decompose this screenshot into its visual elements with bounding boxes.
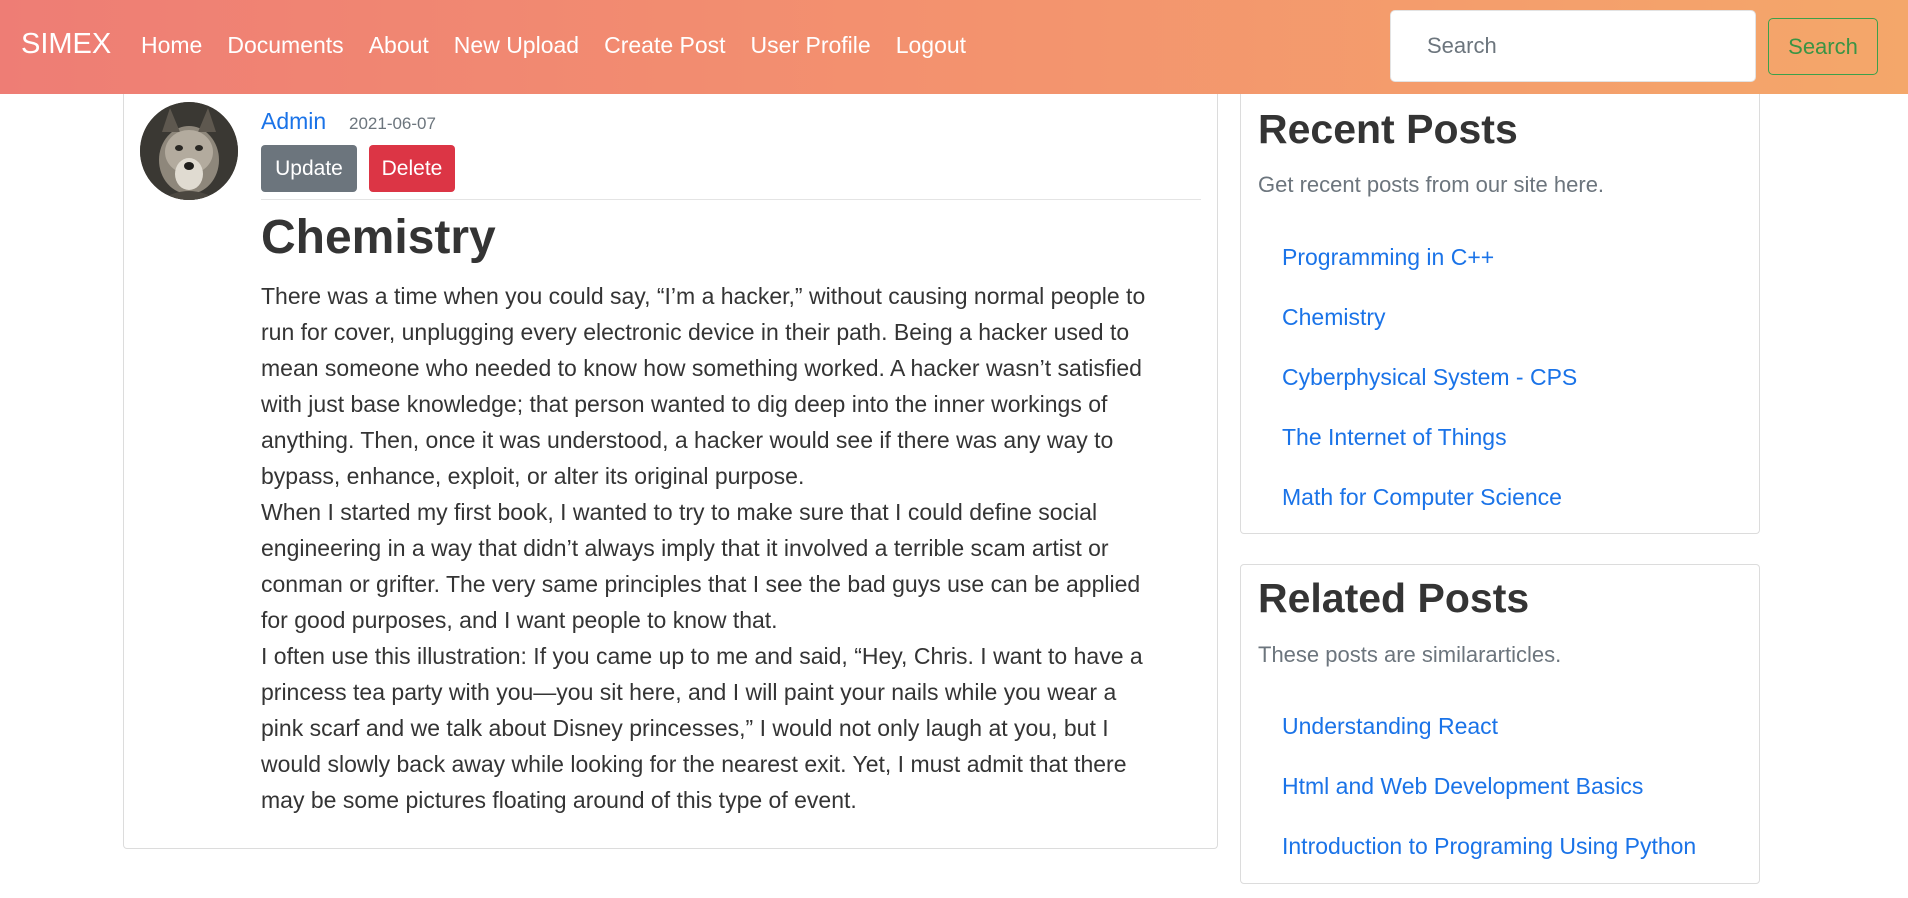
- avatar[interactable]: [140, 102, 238, 200]
- post-paragraph: When I started my first book, I wanted t…: [261, 499, 1141, 633]
- list-item: Math for Computer Science: [1282, 484, 1577, 544]
- post-paragraph: I often use this illustration: If you ca…: [261, 643, 1143, 813]
- recent-post-link[interactable]: Programming in C++: [1282, 244, 1494, 270]
- post-author-link[interactable]: Admin: [261, 108, 326, 135]
- post-date: 2021-06-07: [349, 114, 436, 133]
- post-title: Chemistry: [261, 211, 496, 264]
- recent-posts-list: Programming in C++ Chemistry Cyberphysic…: [1282, 244, 1577, 544]
- navbar: SIMEX Home Documents About New Upload Cr…: [0, 0, 1908, 94]
- related-post-link[interactable]: Introduction to Programing Using Python: [1282, 833, 1696, 859]
- wolf-avatar-icon: [140, 102, 238, 200]
- nav-link-user-profile[interactable]: User Profile: [751, 32, 871, 59]
- nav-link-home[interactable]: Home: [141, 32, 202, 59]
- list-item: Introduction to Programing Using Python: [1282, 833, 1696, 893]
- post-paragraph: There was a time when you could say, “I’…: [261, 283, 1146, 489]
- related-posts-subtitle: These posts are similararticles.: [1258, 642, 1562, 667]
- nav-link-about[interactable]: About: [369, 32, 429, 59]
- list-item: Understanding React: [1282, 713, 1696, 773]
- brand-logo[interactable]: SIMEX: [21, 28, 111, 61]
- nav-link-documents[interactable]: Documents: [227, 32, 343, 59]
- post-body: There was a time when you could say, “I’…: [261, 278, 1146, 818]
- update-button[interactable]: Update: [261, 145, 357, 192]
- recent-posts-title: Recent Posts: [1258, 106, 1518, 152]
- nav-link-logout[interactable]: Logout: [896, 32, 966, 59]
- nav-link-new-upload[interactable]: New Upload: [454, 32, 579, 59]
- list-item: Chemistry: [1282, 304, 1577, 364]
- nav-links: Home Documents About New Upload Create P…: [141, 32, 991, 59]
- related-posts-title: Related Posts: [1258, 575, 1530, 621]
- list-item: Cyberphysical System - CPS: [1282, 364, 1577, 424]
- list-item: Html and Web Development Basics: [1282, 773, 1696, 833]
- nav-link-create-post[interactable]: Create Post: [604, 32, 725, 59]
- recent-post-link[interactable]: Cyberphysical System - CPS: [1282, 364, 1577, 390]
- related-posts-card: Related Posts These posts are similarart…: [1240, 564, 1760, 884]
- related-posts-list: Understanding React Html and Web Develop…: [1282, 713, 1696, 893]
- recent-posts-card: Recent Posts Get recent posts from our s…: [1240, 94, 1760, 534]
- search-input[interactable]: [1390, 10, 1756, 82]
- list-item: Programming in C++: [1282, 244, 1577, 304]
- post-header-divider: [261, 199, 1201, 200]
- search-button[interactable]: Search: [1768, 18, 1878, 75]
- delete-button[interactable]: Delete: [369, 145, 455, 192]
- recent-post-link[interactable]: Math for Computer Science: [1282, 484, 1562, 510]
- recent-posts-subtitle: Get recent posts from our site here.: [1258, 172, 1605, 197]
- related-post-link[interactable]: Understanding React: [1282, 713, 1498, 739]
- related-post-link[interactable]: Html and Web Development Basics: [1282, 773, 1643, 799]
- list-item: The Internet of Things: [1282, 424, 1577, 484]
- recent-post-link[interactable]: The Internet of Things: [1282, 424, 1507, 450]
- recent-post-link[interactable]: Chemistry: [1282, 304, 1386, 330]
